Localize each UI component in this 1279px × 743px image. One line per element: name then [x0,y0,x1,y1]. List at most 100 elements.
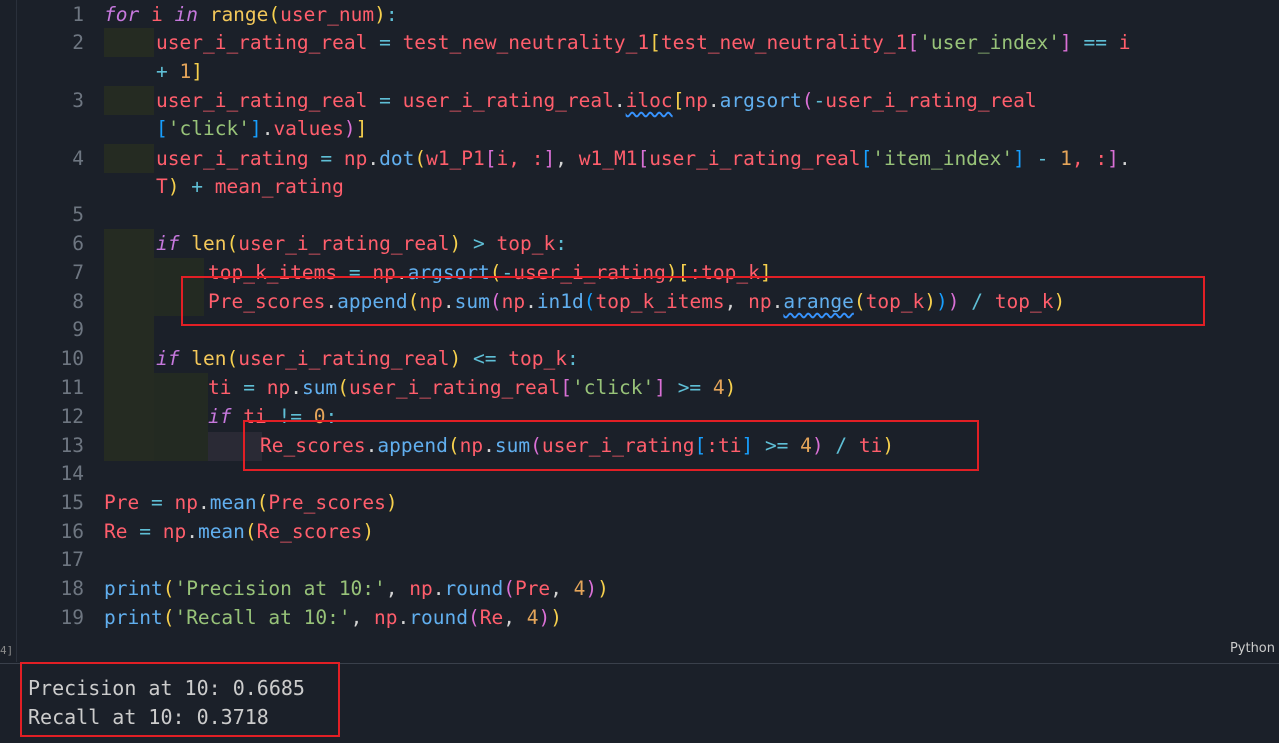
code-token: user_num [280,3,375,26]
code-token: - [1024,147,1061,170]
indent-guide [104,229,154,461]
code-token: [ [649,31,661,54]
code-token: . [613,89,626,112]
code-token: . [707,89,720,112]
code-token: = [231,376,267,399]
code-token: user_i_rating_real [238,232,450,255]
line-number: 14 [60,462,84,485]
code-line-3[interactable]: user_i_rating_real = user_i_rating_real.… [156,86,1037,115]
code-token: ] [654,376,666,399]
code-line-2-wrap[interactable]: + 1] [156,57,203,86]
code-token: 'item_index' [872,147,1014,170]
code-token: user_i_rating_real [402,89,614,112]
code-token: in [174,3,198,26]
code-token: ) [724,376,737,399]
code-token: np [266,376,291,399]
code-token: 4 [526,606,539,629]
line-number: 16 [60,520,84,543]
code-token: 1 [179,60,192,83]
highlight-box-precision [181,276,1205,326]
code-token: user_i_rating_real [156,31,368,54]
code-line-15[interactable]: Pre = np.mean(Pre_scores) [104,488,398,517]
code-line-11[interactable]: ti = np.sum(user_i_rating_real['click'] … [208,373,736,402]
code-token: ( [337,376,349,399]
code-token: [ [560,376,573,399]
code-token: if [156,347,180,370]
code-token: . [186,520,198,543]
code-token: > [461,232,497,255]
code-token-warning: iloc [625,89,673,112]
code-token: . [261,117,274,140]
code-token: ) [538,606,551,629]
code-token: = [367,31,403,54]
code-line-4[interactable]: user_i_rating = np.dot(w1_P1[i, :], w1_M… [156,144,1131,173]
code-token: <= [461,347,509,370]
code-line-6[interactable]: if len(user_i_rating_real) > top_k: [156,229,567,258]
code-token: >= [665,376,713,399]
code-line-2[interactable]: user_i_rating_real = test_new_neutrality… [156,28,1131,57]
code-token: ] [543,147,556,170]
line-number: 19 [60,606,84,629]
code-token: i, : [496,147,544,170]
code-token: i [1118,31,1131,54]
code-token: user_i_rating_real [238,347,450,370]
code-line-10[interactable]: if len(user_i_rating_real) <= top_k: [156,344,579,373]
code-token: ) [167,175,180,198]
code-token: ] [1107,147,1119,170]
code-line-18[interactable]: print('Precision at 10:', np.round(Pre, … [104,574,609,603]
code-token: Pre [514,577,551,600]
code-token: ] [249,117,262,140]
code-token: , [550,577,574,600]
code-token: if [156,232,180,255]
code-token: user_i_rating [156,147,309,170]
code-token: len [191,347,227,370]
code-token: = [308,147,344,170]
code-token: ) [362,520,375,543]
code-token: ( [162,577,175,600]
code-token: + [179,175,215,198]
code-token: ) [550,606,562,629]
code-token: 4 [712,376,725,399]
code-token: sum [301,376,338,399]
code-token: T [156,175,168,198]
code-token: + [156,60,180,83]
code-token: dot [379,147,415,170]
line-number: 10 [60,347,84,370]
code-editor[interactable]: 1 2 3 4 5 6 7 8 9 10 11 12 13 14 15 16 17 18 19 for i in r… [0,0,1279,662]
code-token: values [273,117,344,140]
code-line-3-wrap[interactable]: ['click'].values)] [156,114,367,143]
cell-output: Precision at 10: 0.6685 Recall at 10: 0.… [0,662,1279,743]
code-token: for [104,3,140,26]
code-token: round [444,577,504,600]
code-token: mean [209,491,257,514]
code-token: ] [1060,31,1072,54]
code-token: [ [156,117,168,140]
indent-guide [154,373,208,461]
code-line-1[interactable]: for i in range(user_num): [104,0,398,29]
code-token: ] [1013,147,1025,170]
code-token: = [139,491,175,514]
code-token: == [1071,31,1119,54]
code-token: test_new_neutrality_1 [402,31,650,54]
code-token: w1_P1 [426,147,485,170]
indent-guide [104,144,154,173]
highlight-box-recall [243,420,979,471]
code-token: np [174,491,198,514]
code-token: range [209,3,269,26]
code-token: ) [597,577,609,600]
code-line-16[interactable]: Re = np.mean(Re_scores) [104,517,374,546]
code-token: np [343,147,368,170]
code-line-4-wrap[interactable]: T) + mean_rating [156,172,344,201]
code-token: ) [449,347,462,370]
code-token: np [409,577,433,600]
line-number: 6 [72,232,84,255]
language-indicator[interactable]: Python [1230,641,1275,656]
code-line-19[interactable]: print('Recall at 10:', np.round(Re, 4)) [104,603,562,632]
code-token: np [162,520,187,543]
code-token: ( [256,491,269,514]
line-number: 11 [60,376,84,399]
